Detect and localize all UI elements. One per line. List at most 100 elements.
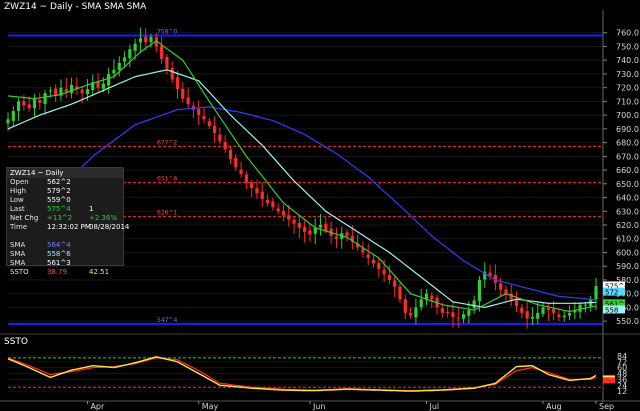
price-tick-label: 550.0 (616, 317, 639, 326)
info-row: Low 559^0 (7, 196, 123, 205)
date-tick-label: Jun (312, 402, 326, 411)
candle-body (223, 142, 227, 150)
osc-tag (603, 377, 615, 384)
candle-body (297, 222, 301, 228)
candle-body (552, 308, 556, 313)
info-row: Net Chg +13^2 +2.36% (7, 214, 123, 223)
candle-body (107, 73, 111, 86)
candle-body (160, 45, 164, 59)
info-row-value: 561^3 (47, 259, 71, 267)
info-row-value: 558^6 (47, 250, 71, 258)
candle-body (175, 77, 180, 90)
candle-body (467, 310, 471, 316)
price-tick-label: 660.0 (616, 166, 639, 175)
candle-body (197, 108, 201, 116)
chart-title: ZWZ14 ~ Daily - SMA SMA SMA (4, 2, 147, 12)
candle-body (260, 191, 264, 199)
info-row-extra: 08/28/2014 (89, 223, 130, 231)
info-row-label: Last (10, 205, 25, 213)
candle-body (541, 307, 545, 314)
price-tick-label: 710.0 (616, 97, 639, 106)
price-tick-label: 740.0 (616, 56, 639, 65)
candle-body (186, 97, 190, 105)
candle-body (414, 307, 418, 318)
price-tick-label: 600.0 (616, 248, 639, 257)
candle-body (228, 150, 233, 160)
info-row: SMA 564^4 (7, 241, 123, 250)
info-row-value: 12:32:02 PM (47, 223, 91, 231)
subpanel-title: SSTO (4, 337, 28, 347)
price-tick-label: 650.0 (616, 180, 639, 189)
price-tick-label: 590.0 (616, 262, 639, 271)
level-label: 677^2 (157, 139, 177, 146)
info-row: SMA 558^6 (7, 250, 123, 259)
candle-body (181, 88, 185, 99)
date-tick-label: Apr (90, 402, 105, 411)
info-row: High 579^2 (7, 187, 123, 196)
candle-body (440, 308, 444, 313)
info-row-extra: +2.36% (89, 214, 118, 222)
candle-body (27, 104, 31, 109)
candle-body (22, 101, 26, 106)
candle-body (371, 259, 376, 264)
candle-body (165, 56, 169, 69)
candle-body (536, 312, 540, 319)
candle-body (212, 125, 217, 133)
candle-body (303, 227, 307, 232)
info-row-extra: 42.51 (89, 268, 110, 276)
candle-body (234, 157, 238, 168)
candle-body (408, 312, 413, 316)
candle-body (287, 215, 291, 220)
candle-body (403, 299, 407, 313)
price-tick-label: 670.0 (616, 152, 639, 161)
info-row-label: Time (10, 223, 28, 231)
candle-body (117, 62, 121, 71)
candle-body (461, 314, 466, 319)
candle-body (122, 57, 127, 62)
candle-body (170, 68, 174, 80)
candle-body (419, 299, 423, 308)
info-row-value: 38.79 (47, 268, 68, 276)
info-row-label: SMA (10, 241, 26, 249)
info-box-rows: Open 562^2 High 579^2 Low 559^0 Last 575^4 1 Net … (7, 178, 129, 277)
info-box: ZWZ14 ~ Daily Open 562^2 High 579^2 Low 559^0… (6, 167, 129, 276)
info-row-label: SMA (10, 259, 26, 267)
candle-body (218, 134, 222, 142)
candle-body (281, 210, 286, 216)
price-tick-label: 690.0 (616, 125, 639, 134)
candle-body (48, 90, 52, 92)
candle-body (138, 38, 143, 43)
candle-body (11, 111, 15, 121)
candle-body (202, 116, 206, 120)
info-row-value: +13^2 (47, 214, 73, 222)
candle-body (207, 121, 211, 127)
price-tick-label: 720.0 (616, 84, 639, 93)
date-tick-label: Sep (599, 402, 614, 411)
candle-body (43, 93, 47, 105)
level-label: 651^6 (157, 175, 177, 182)
candle-body (32, 98, 37, 109)
candle-body (567, 312, 572, 316)
candle-body (520, 307, 524, 313)
candle-body (276, 208, 280, 212)
info-row-value: 575^4 (47, 205, 71, 213)
info-row-label: SMA (10, 250, 26, 258)
price-tick-label: 620.0 (616, 221, 639, 230)
price-tick-label: 610.0 (616, 235, 639, 244)
candle-body (594, 286, 598, 300)
candle-body (578, 304, 582, 312)
candle-body (393, 280, 397, 287)
candle-body (456, 317, 460, 319)
candle-body (255, 188, 259, 194)
osc-tick-label: 84 (617, 352, 627, 361)
candle-body (112, 69, 116, 74)
oscillator-axis: 12243648607284 (617, 352, 627, 396)
candle-body (80, 89, 84, 94)
candle-body (144, 36, 148, 43)
candle-body (430, 295, 434, 300)
candle-body (149, 36, 153, 43)
info-row: Last 575^4 1 (7, 205, 123, 214)
candle-body (377, 262, 381, 269)
candle-body (265, 199, 270, 204)
candle-body (292, 219, 296, 224)
